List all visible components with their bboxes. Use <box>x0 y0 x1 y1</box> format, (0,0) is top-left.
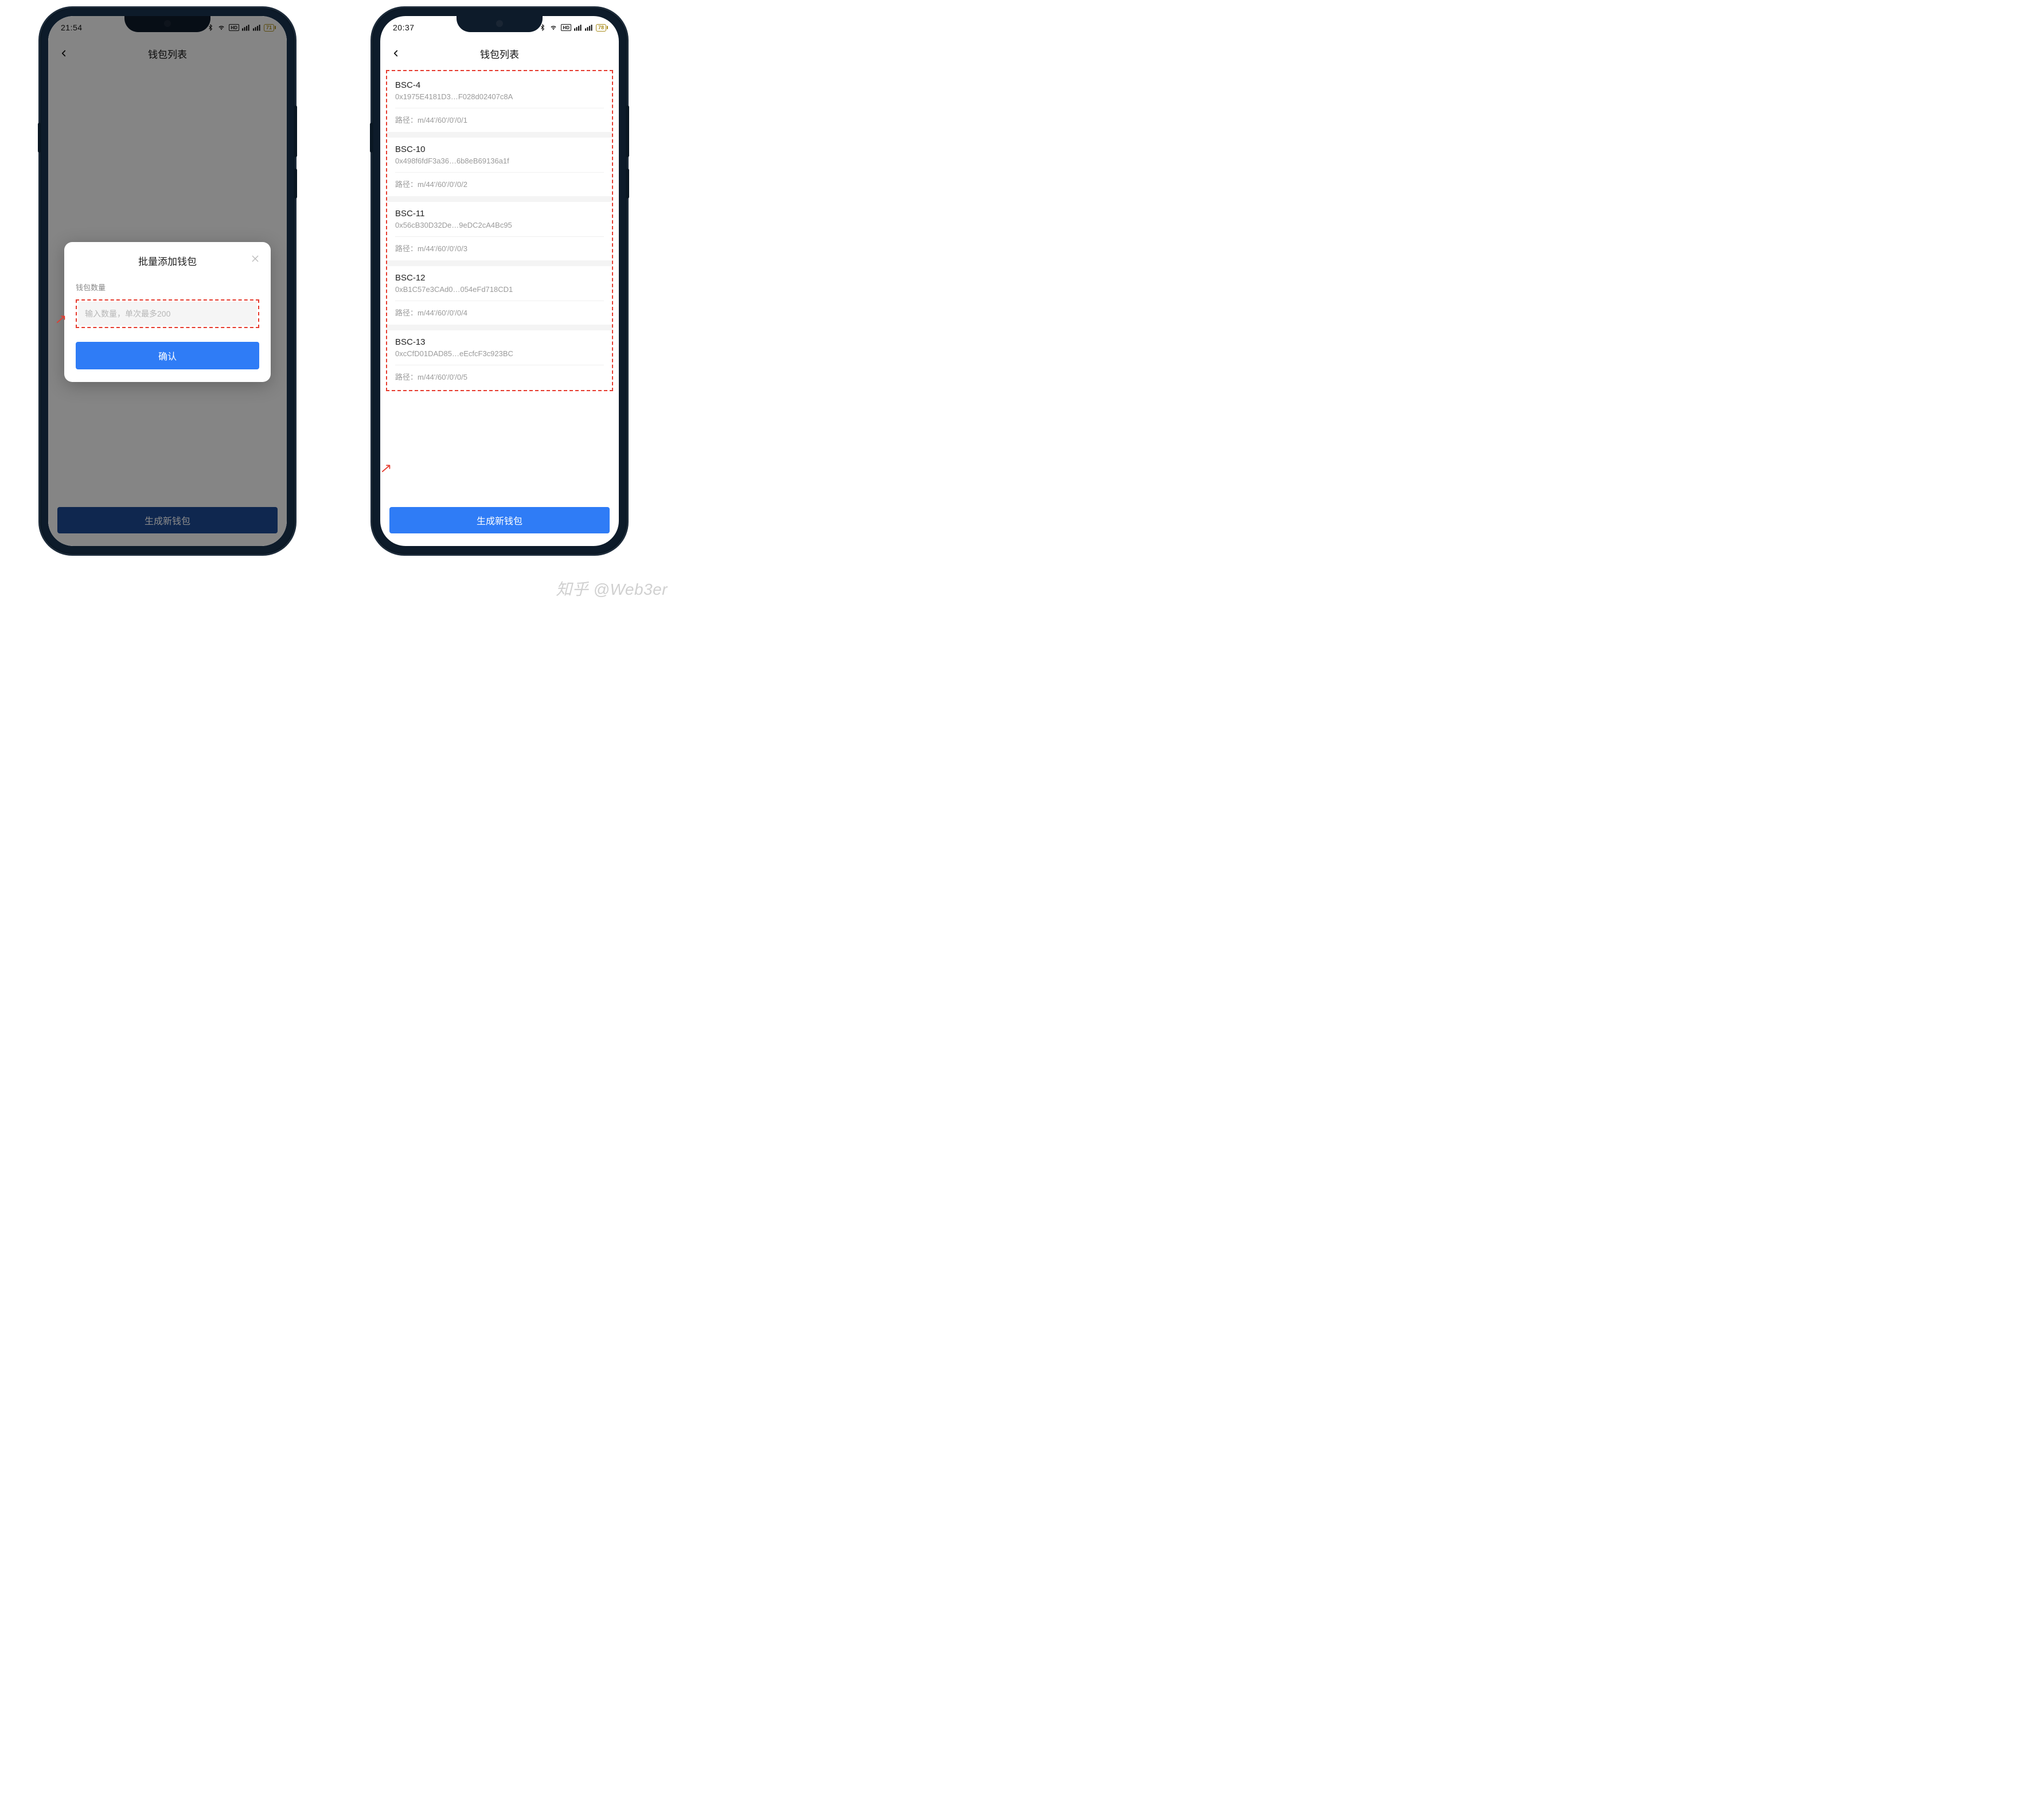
wallet-list-item[interactable]: BSC-12 0xB1C57e3CAd0…054eFd718CD1 路径：m/4… <box>387 266 612 325</box>
wallet-name: BSC-11 <box>395 209 604 219</box>
wallet-path: 路径：m/44'/60'/0'/0/5 <box>395 371 604 389</box>
wallet-address: 0xcCfD01DAD85…eEcfcF3c923BC <box>395 349 604 358</box>
section-gap <box>387 132 612 138</box>
battery-value: 78 <box>598 25 604 30</box>
wallet-name: BSC-12 <box>395 273 604 283</box>
wallet-name: BSC-13 <box>395 337 604 347</box>
signal-icon <box>574 24 582 31</box>
side-button <box>294 106 297 157</box>
wallet-list-item[interactable]: BSC-13 0xcCfD01DAD85…eEcfcF3c923BC 路径：m/… <box>387 330 612 389</box>
signal-icon <box>585 24 593 31</box>
chevron-left-icon <box>391 48 401 59</box>
section-gap <box>387 196 612 202</box>
wifi-icon <box>549 24 558 31</box>
battery-icon: 78 <box>596 24 606 32</box>
divider <box>395 236 604 237</box>
side-button <box>370 123 373 153</box>
section-gap <box>387 325 612 330</box>
watermark: 知乎 @Web3er <box>556 577 668 600</box>
wallet-list-item[interactable]: BSC-4 0x1975E4181D3…F028d02407c8A 路径：m/4… <box>387 73 612 132</box>
side-button <box>626 106 629 157</box>
modal-title: 批量添加钱包 <box>76 254 259 268</box>
hd-icon: HD <box>561 24 571 31</box>
close-icon <box>251 254 260 263</box>
wallet-name: BSC-10 <box>395 145 604 154</box>
wallet-list-item[interactable]: BSC-10 0x498f6fdF3a36…6b8eB69136a1f 路径：m… <box>387 138 612 196</box>
side-button <box>294 169 297 198</box>
wallet-path: 路径：m/44'/60'/0'/0/4 <box>395 307 604 325</box>
wallet-path: 路径：m/44'/60'/0'/0/2 <box>395 178 604 196</box>
wallet-list-item[interactable]: BSC-11 0x56cB30D32De…9eDC2cA4Bc95 路径：m/4… <box>387 202 612 260</box>
wallet-path: 路径：m/44'/60'/0'/0/1 <box>395 114 604 132</box>
divider <box>395 172 604 173</box>
navbar: 钱包列表 <box>380 39 619 68</box>
confirm-button[interactable]: 确认 <box>76 342 259 369</box>
wallet-address: 0x1975E4181D3…F028d02407c8A <box>395 92 604 101</box>
screen-right: 20:37 HD 78 钱包列表 BSC-4 0x1975E4181D3…F02… <box>380 16 619 546</box>
qty-input-highlight <box>76 299 259 328</box>
section-gap <box>387 260 612 266</box>
generate-wallet-button[interactable]: 生成新钱包 <box>389 507 610 533</box>
wallet-address: 0x498f6fdF3a36…6b8eB69136a1f <box>395 157 604 165</box>
side-button <box>626 169 629 198</box>
generate-wallet-label: 生成新钱包 <box>477 513 522 527</box>
notch <box>457 16 543 32</box>
wallet-name: BSC-4 <box>395 80 604 90</box>
phone-right: 20:37 HD 78 钱包列表 BSC-4 0x1975E4181D3…F02… <box>372 8 627 554</box>
wallet-list-highlight: BSC-4 0x1975E4181D3…F028d02407c8A 路径：m/4… <box>386 70 613 391</box>
side-button <box>38 123 41 153</box>
qty-label: 钱包数量 <box>76 282 259 293</box>
batch-add-modal: 批量添加钱包 钱包数量 确认 <box>64 242 271 382</box>
annotation-arrow-icon <box>381 462 392 473</box>
qty-input[interactable] <box>78 302 257 326</box>
phone-left: 21:54 HD 71 钱包列表 生成新钱包 <box>40 8 295 554</box>
wallet-address: 0x56cB30D32De…9eDC2cA4Bc95 <box>395 221 604 229</box>
close-button[interactable] <box>249 252 262 265</box>
confirm-label: 确认 <box>158 349 177 362</box>
wallet-address: 0xB1C57e3CAd0…054eFd718CD1 <box>395 285 604 294</box>
wallet-path: 路径：m/44'/60'/0'/0/3 <box>395 243 604 260</box>
status-time: 20:37 <box>393 23 415 32</box>
page-title: 钱包列表 <box>480 46 519 61</box>
screen-left: 21:54 HD 71 钱包列表 生成新钱包 <box>48 16 287 546</box>
back-button[interactable] <box>388 46 403 61</box>
